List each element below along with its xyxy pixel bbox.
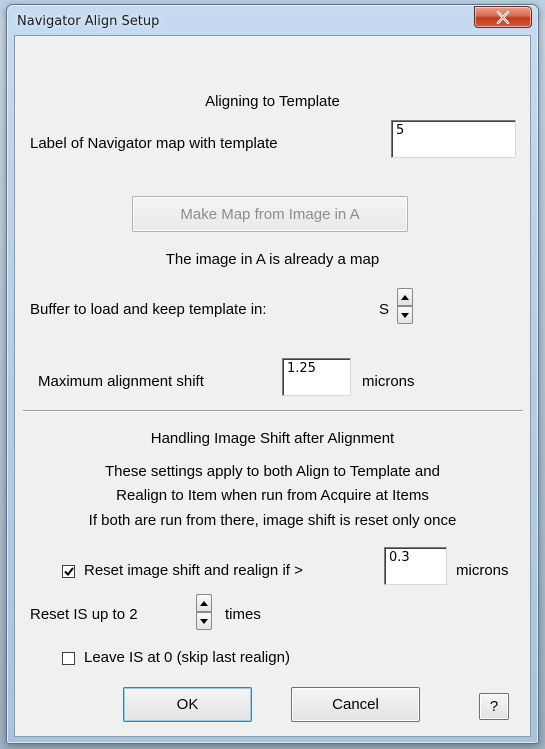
checkmark-icon — [63, 567, 74, 576]
image-shift-heading: Handling Image Shift after Alignment — [150, 430, 395, 447]
map-label-input[interactable]: 5 — [391, 120, 516, 158]
times-text: times — [225, 606, 261, 623]
reset-count-spin-down[interactable] — [196, 612, 212, 630]
info-line-3: If both are run from there, image shift … — [88, 512, 457, 529]
aligning-heading: Aligning to Template — [205, 93, 340, 110]
close-button[interactable] — [474, 6, 532, 28]
section-separator — [23, 410, 523, 412]
map-status-text: The image in A is already a map — [165, 251, 380, 268]
info-line-2: Realign to Item when run from Acquire at… — [116, 487, 429, 504]
info-line-1: These settings apply to both Align to Te… — [105, 463, 440, 480]
ok-button[interactable]: OK — [123, 687, 252, 722]
max-shift-value: 1.25 — [287, 361, 316, 376]
reset-count-spin-up[interactable] — [196, 594, 212, 612]
window-title: Navigator Align Setup — [17, 14, 160, 29]
arrow-up-icon — [401, 294, 409, 300]
leave-is-checkbox[interactable] — [62, 652, 75, 665]
leave-is-label[interactable]: Leave IS at 0 (skip last realign) — [84, 649, 290, 666]
max-shift-input[interactable]: 1.25 — [282, 358, 351, 396]
help-button[interactable]: ? — [479, 693, 509, 720]
close-icon — [496, 10, 510, 24]
dialog-window: Navigator Align Setup Aligning to Templa… — [6, 4, 539, 744]
dialog-client-area: Aligning to Template Label of Navigator … — [14, 35, 531, 737]
buffer-spinner[interactable] — [397, 288, 413, 324]
reset-count-spinner[interactable] — [196, 594, 212, 630]
reset-label[interactable]: Reset image shift and realign if > — [84, 562, 303, 579]
title-bar[interactable]: Navigator Align Setup — [7, 5, 538, 39]
buffer-value: S — [379, 301, 390, 318]
label-of-map-text: Label of Navigator map with template — [30, 135, 278, 152]
buffer-spin-down[interactable] — [397, 306, 413, 324]
make-map-button[interactable]: Make Map from Image in A — [132, 196, 408, 232]
reset-threshold-input[interactable]: 0.3 — [384, 547, 447, 585]
max-shift-unit: microns — [362, 373, 415, 390]
buffer-text: Buffer to load and keep template in: — [30, 301, 267, 318]
arrow-down-icon — [200, 618, 208, 624]
buffer-spin-up[interactable] — [397, 288, 413, 306]
arrow-up-icon — [200, 600, 208, 606]
reset-up-to-text: Reset IS up to 2 — [30, 606, 138, 623]
cancel-button[interactable]: Cancel — [291, 687, 420, 722]
arrow-down-icon — [401, 312, 409, 318]
reset-threshold-value: 0.3 — [389, 550, 410, 565]
reset-checkbox[interactable] — [62, 565, 75, 578]
map-label-value: 5 — [396, 123, 405, 138]
max-shift-text: Maximum alignment shift — [38, 373, 204, 390]
reset-unit: microns — [456, 562, 509, 579]
